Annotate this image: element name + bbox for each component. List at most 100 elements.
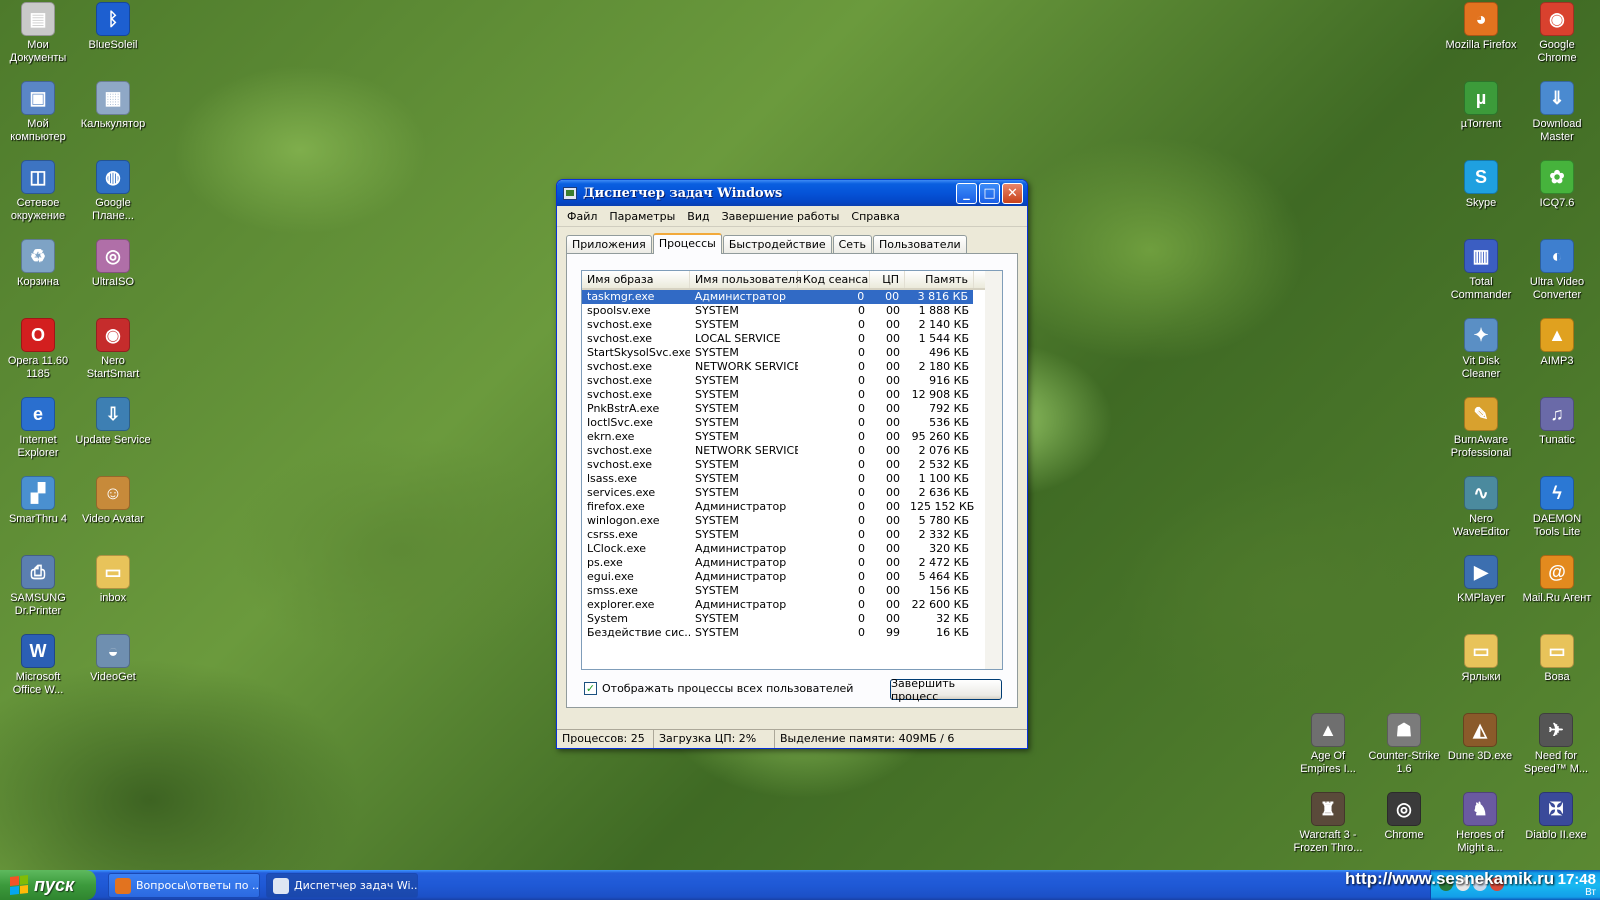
desktop-shortcut[interactable]: ▦ Калькулятор: [75, 79, 151, 131]
process-row[interactable]: winlogon.exe SYSTEM 0 00 5 780 КБ: [582, 514, 1002, 528]
tab-processes[interactable]: Процессы: [652, 233, 722, 254]
process-row[interactable]: LClock.exe Администратор 0 00 320 КБ: [582, 542, 1002, 556]
process-row[interactable]: firefox.exe Администратор 0 00 125 152 КБ: [582, 500, 1002, 514]
process-row[interactable]: spoolsv.exe SYSTEM 0 00 1 888 КБ: [582, 304, 1002, 318]
desktop-shortcut[interactable]: ⎙ SAMSUNG Dr.Printer: [0, 553, 76, 618]
tab-applications[interactable]: Приложения: [566, 235, 652, 253]
close-button[interactable]: ✕: [1002, 182, 1023, 204]
desktop-shortcut[interactable]: O Opera 11.60 1185: [0, 316, 76, 381]
desktop-shortcut[interactable]: S Skype: [1443, 158, 1519, 210]
desktop-shortcut[interactable]: ᛒ BlueSoleil: [75, 0, 151, 52]
process-row[interactable]: ekrn.exe SYSTEM 0 00 95 260 КБ: [582, 430, 1002, 444]
process-cpu: 00: [885, 290, 900, 303]
desktop-shortcut[interactable]: @ Mail.Ru Агент: [1519, 553, 1595, 605]
process-row[interactable]: svchost.exe LOCAL SERVICE 0 00 1 544 КБ: [582, 332, 1002, 346]
desktop-shortcut[interactable]: ▲ AIMP3: [1519, 316, 1595, 368]
menu-file[interactable]: Файл: [561, 210, 603, 223]
menu-shutdown[interactable]: Завершение работы: [716, 210, 846, 223]
column-memory[interactable]: Память: [905, 271, 974, 288]
process-row[interactable]: System SYSTEM 0 00 32 КБ: [582, 612, 1002, 626]
desktop-shortcut[interactable]: ♻ Корзина: [0, 237, 76, 289]
desktop-shortcut[interactable]: ♞ Heroes of Might a...: [1442, 790, 1518, 855]
tunatic-icon: ♫: [1540, 397, 1574, 431]
process-row[interactable]: svchost.exe SYSTEM 0 00 916 КБ: [582, 374, 1002, 388]
desktop-shortcut[interactable]: ▣ Мой компьютер: [0, 79, 76, 144]
menu-help[interactable]: Справка: [845, 210, 905, 223]
taskbar-task-firefox[interactable]: Вопросы\ответы по ...: [108, 873, 260, 898]
desktop-shortcut[interactable]: µ µTorrent: [1443, 79, 1519, 131]
desktop-shortcut[interactable]: ▥ Total Commander: [1443, 237, 1519, 302]
show-all-users-checkbox[interactable]: ✓: [584, 682, 597, 695]
menu-view[interactable]: Вид: [681, 210, 715, 223]
desktop-shortcut[interactable]: ◕ Mozilla Firefox: [1443, 0, 1519, 52]
desktop-shortcut[interactable]: ∿ Nero WaveEditor: [1443, 474, 1519, 539]
column-cpu[interactable]: ЦП: [870, 271, 905, 288]
process-row[interactable]: svchost.exe NETWORK SERVICE 0 00 2 180 КБ: [582, 360, 1002, 374]
desktop-shortcut[interactable]: ▭ Вова: [1519, 632, 1595, 684]
desktop-shortcut[interactable]: ☺ Video Avatar: [75, 474, 151, 526]
show-all-users-label[interactable]: Отображать процессы всех пользователей: [602, 682, 853, 695]
desktop-shortcut-label: Opera 11.60 1185: [7, 355, 69, 380]
process-row[interactable]: svchost.exe SYSTEM 0 00 12 908 КБ: [582, 388, 1002, 402]
desktop-shortcut[interactable]: ▞ SmarThru 4: [0, 474, 76, 526]
tab-performance[interactable]: Быстродействие: [722, 235, 832, 253]
desktop-shortcut[interactable]: ✎ BurnAware Professional: [1443, 395, 1519, 460]
taskbar-task-taskmgr[interactable]: Диспетчер задач Wi...: [266, 873, 418, 898]
desktop-shortcut[interactable]: ▲ Age Of Empires I...: [1290, 711, 1366, 776]
tab-network[interactable]: Сеть: [832, 235, 872, 253]
process-row[interactable]: taskmgr.exe Администратор 0 00 3 816 КБ: [582, 290, 973, 304]
desktop-shortcut[interactable]: ♫ Tunatic: [1519, 395, 1595, 447]
process-list[interactable]: Имя образа Имя пользователя Код сеанса Ц…: [581, 270, 1003, 670]
desktop-shortcut[interactable]: ☗ Counter-Strike 1.6: [1366, 711, 1442, 776]
desktop-shortcut[interactable]: ⇓ Download Master: [1519, 79, 1595, 144]
desktop-shortcut[interactable]: ✠ Diablo II.exe: [1518, 790, 1594, 842]
end-process-button[interactable]: Завершить процесс: [890, 677, 1002, 703]
desktop-shortcut[interactable]: ◉ Nero StartSmart: [75, 316, 151, 381]
desktop-shortcut[interactable]: ◉ Google Chrome: [1519, 0, 1595, 65]
menu-options[interactable]: Параметры: [603, 210, 681, 223]
desktop-shortcut[interactable]: ⇩ Update Service: [75, 395, 151, 447]
desktop-shortcut[interactable]: ✦ Vit Disk Cleaner: [1443, 316, 1519, 381]
desktop-shortcut[interactable]: ◒ VideoGet: [75, 632, 151, 684]
desktop-shortcut[interactable]: ✈ Need for Speed™ M...: [1518, 711, 1594, 776]
start-button[interactable]: пуск: [0, 870, 96, 900]
process-row[interactable]: explorer.exe Администратор 0 00 22 600 КБ: [582, 598, 1002, 612]
desktop-shortcut[interactable]: ▤ Мои Документы: [0, 0, 76, 65]
process-row[interactable]: Бездействие сис... SYSTEM 0 99 16 КБ: [582, 626, 1002, 640]
process-row[interactable]: svchost.exe SYSTEM 0 00 2 532 КБ: [582, 458, 1002, 472]
process-row[interactable]: PnkBstrA.exe SYSTEM 0 00 792 КБ: [582, 402, 1002, 416]
column-user-name[interactable]: Имя пользователя: [690, 271, 802, 288]
desktop-shortcut[interactable]: ◍ Google Плане...: [75, 158, 151, 223]
process-row[interactable]: egui.exe Администратор 0 00 5 464 КБ: [582, 570, 1002, 584]
desktop-shortcut[interactable]: ◎ UltraISO: [75, 237, 151, 289]
desktop-shortcut[interactable]: ▶ KMPlayer: [1443, 553, 1519, 605]
process-row[interactable]: StartSkysolSvc.exe SYSTEM 0 00 496 КБ: [582, 346, 1002, 360]
column-session-id[interactable]: Код сеанса: [798, 271, 870, 288]
desktop-shortcut[interactable]: ▭ inbox: [75, 553, 151, 605]
process-row[interactable]: services.exe SYSTEM 0 00 2 636 КБ: [582, 486, 1002, 500]
minimize-button[interactable]: _: [956, 182, 977, 204]
process-row[interactable]: IoctlSvc.exe SYSTEM 0 00 536 КБ: [582, 416, 1002, 430]
process-row[interactable]: ps.exe Администратор 0 00 2 472 КБ: [582, 556, 1002, 570]
process-row[interactable]: svchost.exe NETWORK SERVICE 0 00 2 076 КБ: [582, 444, 1002, 458]
process-row[interactable]: smss.exe SYSTEM 0 00 156 КБ: [582, 584, 1002, 598]
desktop-shortcut[interactable]: ◎ Chrome: [1366, 790, 1442, 842]
desktop-shortcut[interactable]: e Internet Explorer: [0, 395, 76, 460]
maximize-button[interactable]: □: [979, 182, 1000, 204]
column-image-name[interactable]: Имя образа: [582, 271, 690, 288]
desktop-shortcut[interactable]: ✿ ICQ7.6: [1519, 158, 1595, 210]
tray-clock[interactable]: 17:48 Вт: [1558, 872, 1596, 899]
desktop-shortcut[interactable]: ◭ Dune 3D.exe: [1442, 711, 1518, 763]
tab-users[interactable]: Пользователи: [872, 235, 967, 253]
title-bar[interactable]: Диспетчер задач Windows _ □ ✕: [557, 180, 1027, 206]
desktop-shortcut[interactable]: ♜ Warcraft 3 - Frozen Thro...: [1290, 790, 1366, 855]
desktop-shortcut[interactable]: ▭ Ярлыки: [1443, 632, 1519, 684]
desktop-shortcut[interactable]: ◫ Сетевое окружение: [0, 158, 76, 223]
desktop-shortcut[interactable]: ϟ DAEMON Tools Lite: [1519, 474, 1595, 539]
desktop-shortcut[interactable]: W Microsoft Office W...: [0, 632, 76, 697]
process-row[interactable]: lsass.exe SYSTEM 0 00 1 100 КБ: [582, 472, 1002, 486]
task-manager-window: Диспетчер задач Windows _ □ ✕ Файл Парам…: [556, 179, 1028, 749]
desktop-shortcut[interactable]: ◐ Ultra Video Converter: [1519, 237, 1595, 302]
process-row[interactable]: csrss.exe SYSTEM 0 00 2 332 КБ: [582, 528, 1002, 542]
process-row[interactable]: svchost.exe SYSTEM 0 00 2 140 КБ: [582, 318, 1002, 332]
